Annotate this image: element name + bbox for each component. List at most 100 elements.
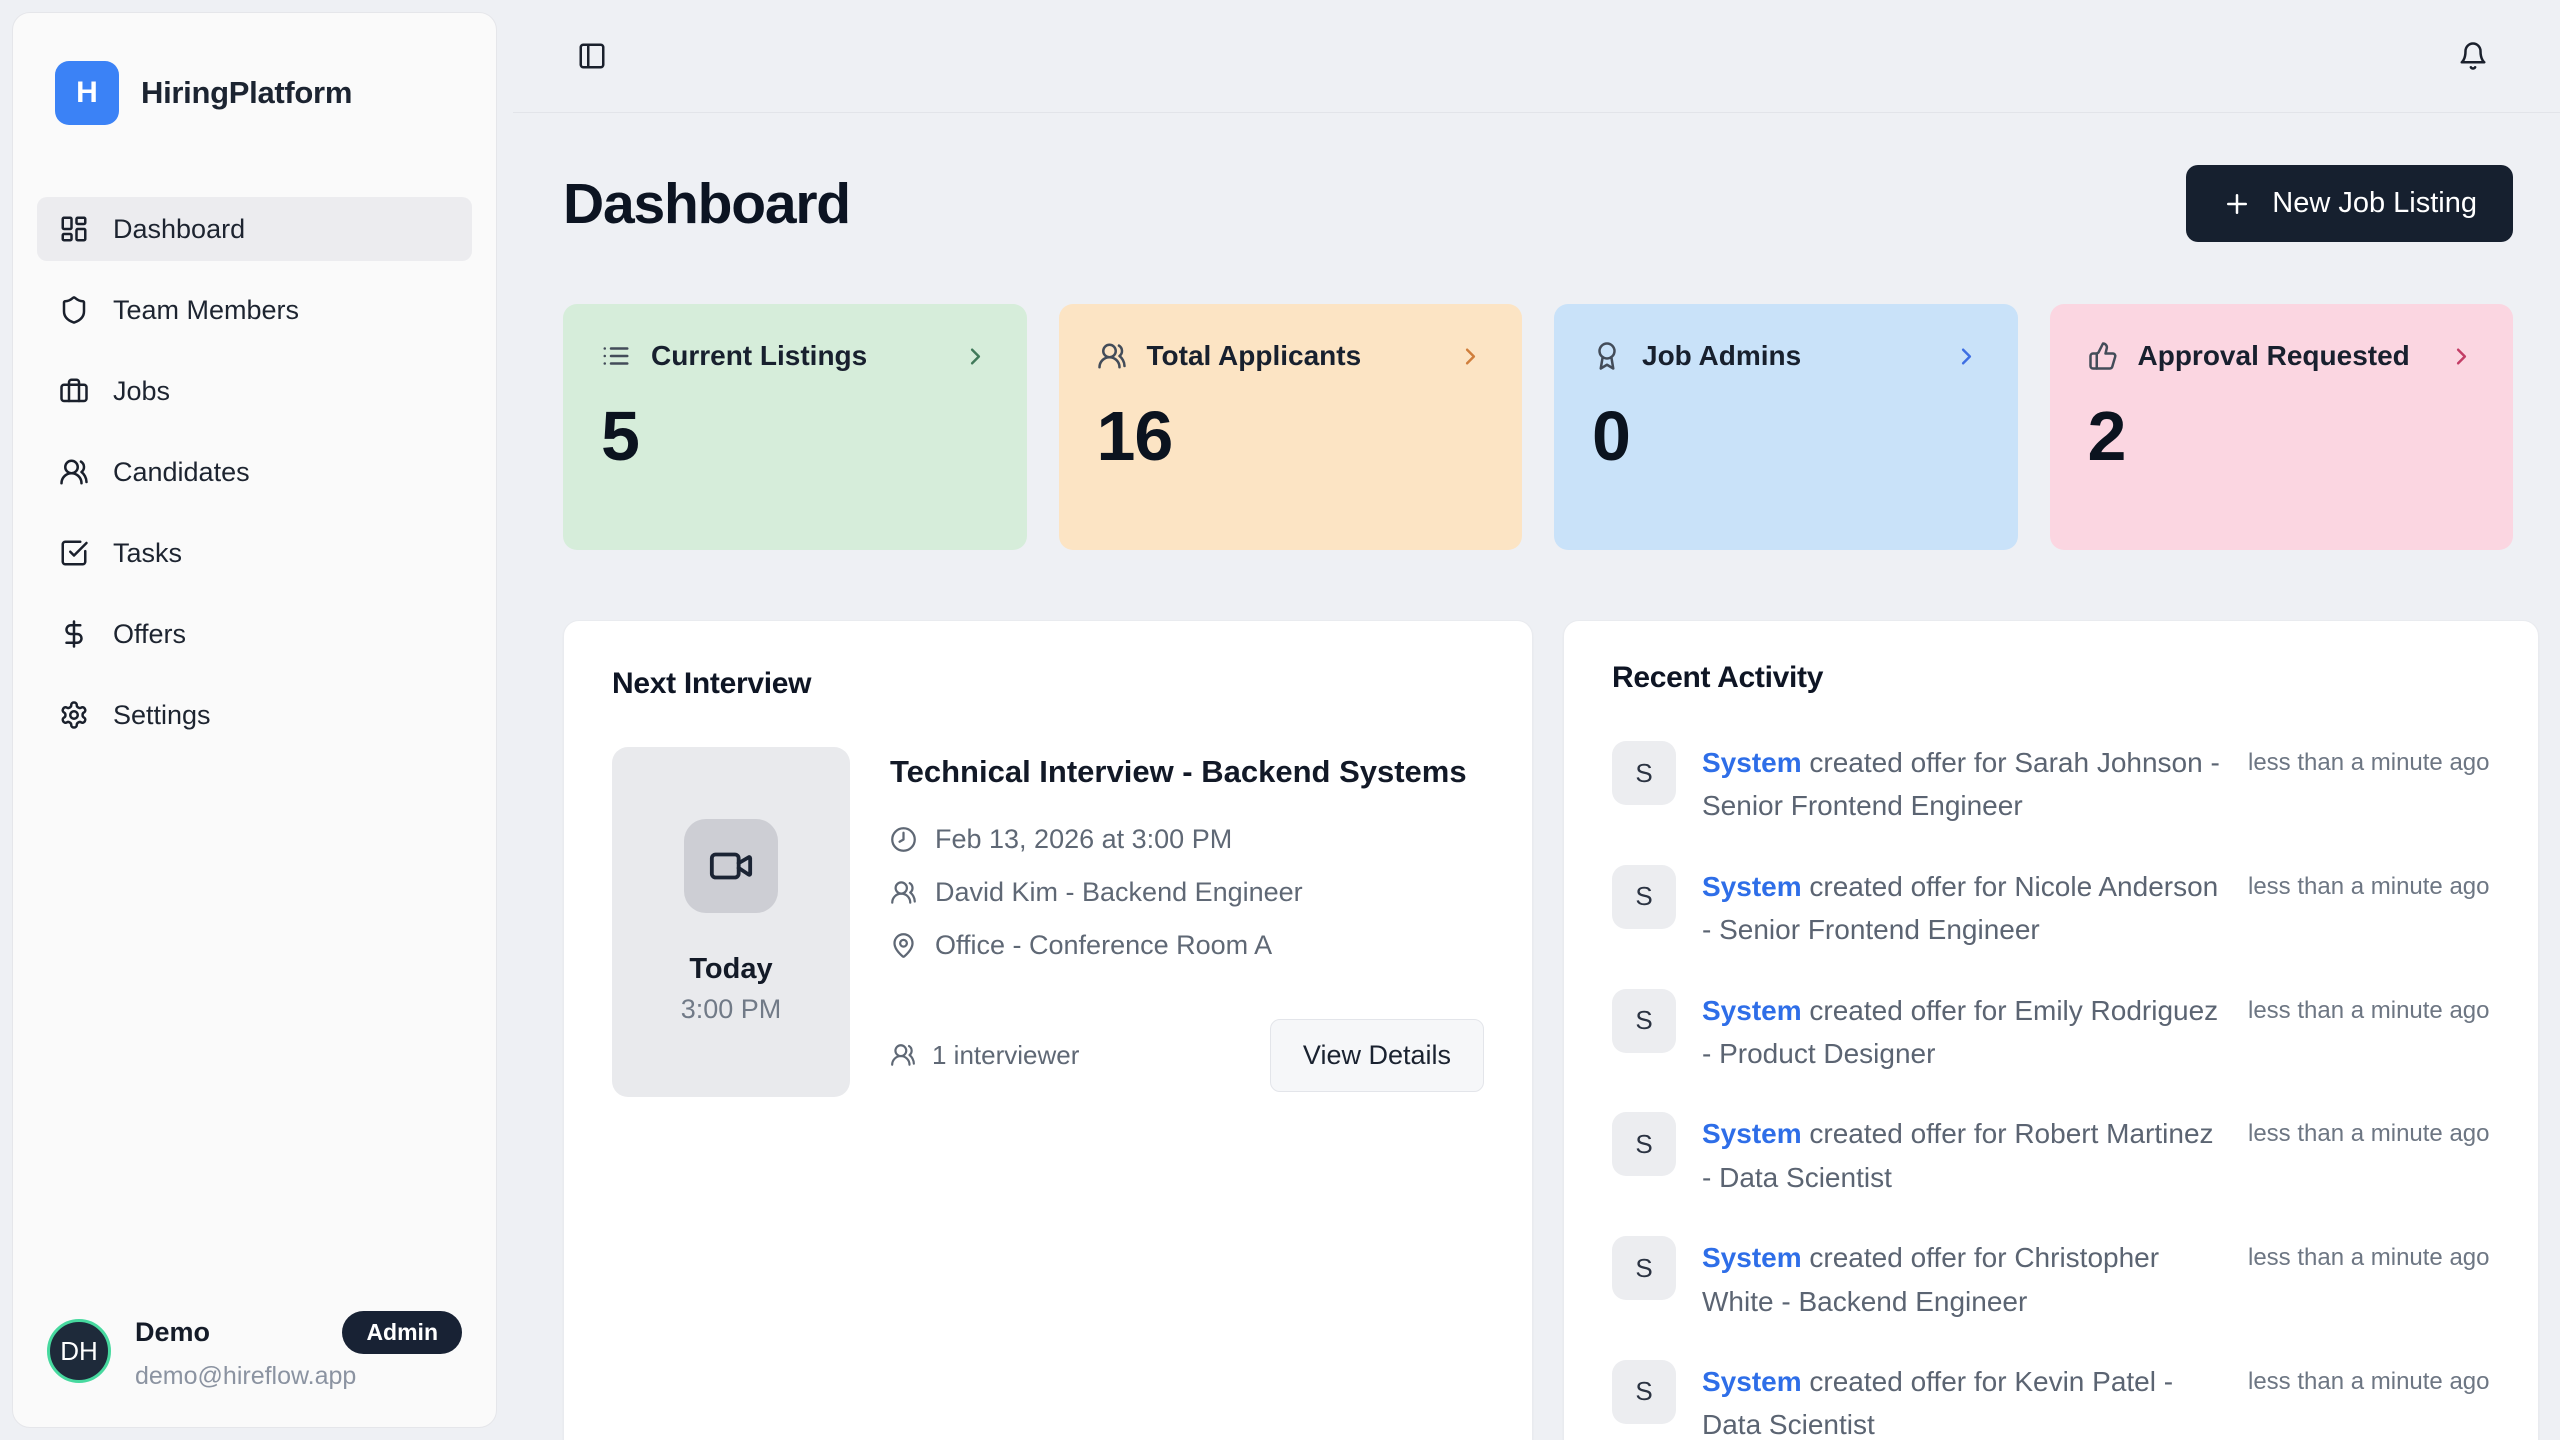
activity-avatar: S xyxy=(1612,741,1676,805)
users-icon xyxy=(59,457,89,487)
view-details-button[interactable]: View Details xyxy=(1270,1019,1484,1092)
activity-message: System created offer for Robert Martinez… xyxy=(1702,1112,2222,1199)
new-job-listing-button[interactable]: New Job Listing xyxy=(2186,165,2513,242)
interviewer-count-label: 1 interviewer xyxy=(932,1040,1079,1071)
activity-row: S System created offer for Sarah Johnson… xyxy=(1612,741,2490,828)
stat-value: 16 xyxy=(1097,396,1485,476)
activity-actor-link[interactable]: System xyxy=(1702,747,1802,778)
activity-avatar: S xyxy=(1612,1236,1676,1300)
sidebar-toggle-button[interactable] xyxy=(577,41,607,71)
activity-row: S System created offer for Robert Martin… xyxy=(1612,1112,2490,1199)
stat-value: 2 xyxy=(2088,396,2476,476)
sidebar: H HiringPlatform Dashboard Team Members … xyxy=(12,12,497,1428)
main-area: Dashboard New Job Listing Current Listin… xyxy=(513,0,2560,1440)
activity-actor-link[interactable]: System xyxy=(1702,995,1802,1026)
role-badge: Admin xyxy=(342,1311,462,1354)
activity-avatar: S xyxy=(1612,1112,1676,1176)
sidebar-item-label: Tasks xyxy=(113,538,182,569)
activity-actor-link[interactable]: System xyxy=(1702,1118,1802,1149)
square-check-icon xyxy=(59,538,89,568)
activity-time: less than a minute ago xyxy=(2248,1360,2490,1440)
interview-candidate-row: David Kim - Backend Engineer xyxy=(890,877,1484,908)
user-info: Demo Admin demo@hireflow.app xyxy=(135,1311,462,1391)
sidebar-item-tasks[interactable]: Tasks xyxy=(37,521,472,585)
clock-icon xyxy=(890,826,917,853)
dollar-icon xyxy=(59,619,89,649)
sidebar-item-label: Jobs xyxy=(113,376,170,407)
sidebar-item-settings[interactable]: Settings xyxy=(37,683,472,747)
activity-message: System created offer for Christopher Whi… xyxy=(1702,1236,2222,1323)
stat-label: Current Listings xyxy=(651,340,867,372)
sidebar-item-label: Team Members xyxy=(113,295,299,326)
activity-actor-link[interactable]: System xyxy=(1702,1242,1802,1273)
stat-card-approval-requested[interactable]: Approval Requested 2 xyxy=(2050,304,2514,550)
recent-activity-title: Recent Activity xyxy=(1612,661,2490,695)
sidebar-item-label: Offers xyxy=(113,619,186,650)
sidebar-item-label: Candidates xyxy=(113,457,250,488)
page-title: Dashboard xyxy=(563,171,850,237)
user-name: Demo xyxy=(135,1317,210,1348)
users-icon xyxy=(890,1042,916,1068)
sidebar-item-jobs[interactable]: Jobs xyxy=(37,359,472,423)
app-logo: H HiringPlatform xyxy=(37,61,472,125)
activity-row: S System created offer for Emily Rodrigu… xyxy=(1612,989,2490,1076)
stat-card-total-applicants[interactable]: Total Applicants 16 xyxy=(1059,304,1523,550)
activity-row: S System created offer for Nicole Anders… xyxy=(1612,865,2490,952)
gear-icon xyxy=(59,700,89,730)
activity-actor-link[interactable]: System xyxy=(1702,871,1802,902)
plus-icon xyxy=(2222,189,2252,219)
next-interview-title: Next Interview xyxy=(612,667,1484,701)
interviewer-count: 1 interviewer xyxy=(890,1040,1079,1071)
bell-icon xyxy=(2458,41,2488,71)
avatar: DH xyxy=(47,1319,111,1383)
stat-card-current-listings[interactable]: Current Listings 5 xyxy=(563,304,1027,550)
sidebar-item-candidates[interactable]: Candidates xyxy=(37,440,472,504)
users-icon xyxy=(890,879,917,906)
activity-list: S System created offer for Sarah Johnson… xyxy=(1612,741,2490,1440)
activity-time: less than a minute ago xyxy=(2248,865,2490,952)
interview-time-label: 3:00 PM xyxy=(681,994,782,1025)
stat-card-job-admins[interactable]: Job Admins 0 xyxy=(1554,304,2018,550)
sidebar-nav: Dashboard Team Members Jobs Candidates T… xyxy=(37,197,472,764)
recent-activity-panel: Recent Activity S System created offer f… xyxy=(1563,620,2539,1440)
briefcase-icon xyxy=(59,376,89,406)
app-logo-mark: H xyxy=(55,61,119,125)
sidebar-item-label: Settings xyxy=(113,700,211,731)
activity-avatar: S xyxy=(1612,865,1676,929)
activity-message: System created offer for Sarah Johnson -… xyxy=(1702,741,2222,828)
stat-label: Total Applicants xyxy=(1147,340,1362,372)
sidebar-user: DH Demo Admin demo@hireflow.app xyxy=(37,1311,472,1391)
user-email: demo@hireflow.app xyxy=(135,1362,462,1391)
map-pin-icon xyxy=(890,932,917,959)
interview-info: Technical Interview - Backend Systems Fe… xyxy=(890,747,1484,1097)
interview-candidate: David Kim - Backend Engineer xyxy=(935,877,1303,908)
stats-row: Current Listings 5 Total Applicants 16 J… xyxy=(563,304,2513,550)
stat-value: 5 xyxy=(601,396,989,476)
interview-datetime: Feb 13, 2026 at 3:00 PM xyxy=(935,824,1232,855)
shield-icon xyxy=(59,295,89,325)
interview-title: Technical Interview - Backend Systems xyxy=(890,749,1470,796)
interview-location: Office - Conference Room A xyxy=(935,930,1272,961)
sidebar-item-offers[interactable]: Offers xyxy=(37,602,472,666)
activity-row: S System created offer for Kevin Patel -… xyxy=(1612,1360,2490,1440)
activity-message: System created offer for Emily Rodriguez… xyxy=(1702,989,2222,1076)
topbar xyxy=(513,0,2560,113)
stat-label: Approval Requested xyxy=(2138,340,2410,372)
stat-value: 0 xyxy=(1592,396,1980,476)
sidebar-item-dashboard[interactable]: Dashboard xyxy=(37,197,472,261)
interview-day-label: Today xyxy=(689,953,772,986)
notifications-button[interactable] xyxy=(2458,41,2488,71)
sidebar-item-team-members[interactable]: Team Members xyxy=(37,278,472,342)
app-logo-letter: H xyxy=(76,76,98,110)
users-icon xyxy=(1097,341,1127,371)
thumbs-up-icon xyxy=(2088,341,2118,371)
activity-time: less than a minute ago xyxy=(2248,741,2490,828)
interview-thumbnail: Today 3:00 PM xyxy=(612,747,850,1097)
layout-dashboard-icon xyxy=(59,214,89,244)
activity-actor-link[interactable]: System xyxy=(1702,1366,1802,1397)
chevron-right-icon xyxy=(1457,343,1484,370)
video-icon-tile xyxy=(684,819,778,913)
activity-avatar: S xyxy=(1612,989,1676,1053)
app-name: HiringPlatform xyxy=(141,75,352,111)
interview-location-row: Office - Conference Room A xyxy=(890,930,1484,961)
